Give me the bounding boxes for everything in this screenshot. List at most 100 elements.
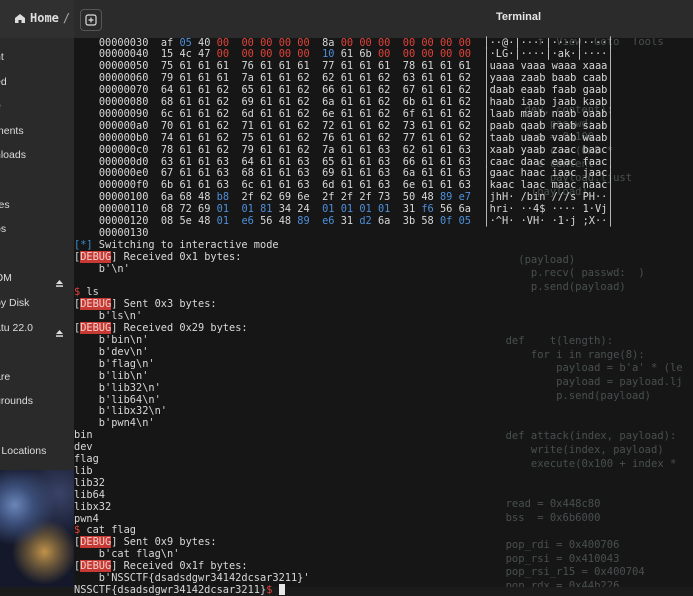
hex-byte: 00 — [297, 37, 309, 49]
hex-byte: 00 — [279, 37, 291, 49]
sidebar-item[interactable]: ments — [0, 119, 74, 144]
hexdump-row: 00000130 — [74, 227, 148, 239]
hex-byte: 89 — [440, 191, 452, 203]
terminal-line: b'bin\n' — [74, 334, 148, 346]
hexdump-indent — [74, 215, 99, 227]
file-manager-header: Home / — [0, 0, 74, 38]
hex-byte: 65 — [241, 84, 253, 96]
hex-byte: 5e — [179, 215, 191, 227]
terminal-line: [*] Switching to interactive mode — [74, 239, 279, 251]
terminal-titlebar: Terminal — [74, 0, 693, 38]
hex-byte: 61 — [359, 120, 371, 132]
hex-byte: 40 — [198, 37, 210, 49]
hexdump-row: 00000050 75 61 61 61 76 61 61 61 77 61 6… — [74, 60, 614, 72]
terminal-line: pwn4 — [74, 513, 99, 525]
home-icon — [14, 13, 26, 24]
hex-byte: 2f — [241, 191, 253, 203]
hex-byte: 62 — [378, 84, 390, 96]
breadcrumb[interactable]: Home / — [14, 11, 70, 25]
hex-byte: 76 — [241, 60, 253, 72]
sidebar-item[interactable]: e — [0, 94, 74, 119]
hex-byte: 61 — [359, 60, 371, 72]
sidebar-item[interactable]: grounds — [0, 389, 74, 414]
terminal-output[interactable]: 00000030 af 05 40 00 00 00 00 00 8a 00 0… — [74, 38, 693, 587]
sidebar-item[interactable]: OM — [0, 266, 74, 291]
hex-byte: 61 — [421, 108, 433, 120]
sidebar-item[interactable]: ed — [0, 70, 74, 95]
hex-byte: 62 — [297, 96, 309, 108]
hex-byte: 61 — [198, 120, 210, 132]
sidebar-places-list: ntedementsnloadscresos OMpy Diskatu 22.0 a… — [0, 45, 74, 463]
hexdump-address: 000000e0 — [99, 167, 149, 179]
sidebar-item[interactable]: c — [0, 168, 74, 193]
terminal-line: [DEBUG] Received 0x1 bytes: — [74, 251, 241, 263]
hex-byte: 61 — [341, 84, 353, 96]
sidebar-item[interactable]: are — [0, 365, 74, 390]
debug-text: Received 0x29 bytes: — [117, 322, 247, 334]
hex-byte: 61 — [279, 108, 291, 120]
sidebar-item-label: res — [0, 193, 10, 218]
file-manager-sidebar: Home / ntedementsnloadscresos OMpy Diskat… — [0, 0, 74, 587]
hex-byte: 61 — [359, 108, 371, 120]
hexdump-address: 000000d0 — [99, 156, 149, 168]
hex-byte: 61 — [179, 179, 191, 191]
hex-byte: 69 — [322, 167, 334, 179]
hex-byte: 6e — [403, 179, 415, 191]
hex-byte: 61 — [341, 132, 353, 144]
hexdump-indent — [74, 203, 99, 215]
sidebar-item[interactable]: py Disk — [0, 291, 74, 316]
hex-byte: 00 — [440, 48, 452, 60]
eject-icon[interactable] — [55, 323, 64, 332]
sidebar-item[interactable]: atu 22.0 — [0, 316, 74, 341]
hex-byte: 61 — [217, 72, 229, 84]
output-text: b'lib\n' — [74, 370, 148, 382]
hex-byte: 61 — [440, 144, 452, 156]
hex-byte: 61 — [198, 72, 210, 84]
terminal-window[interactable]: Terminal f View Goto Tools dev, content)… — [74, 0, 693, 587]
hex-byte: 61 — [198, 96, 210, 108]
debug-tag: DEBUG — [80, 322, 111, 334]
hex-byte: 00 — [260, 48, 272, 60]
hex-byte: 63 — [161, 156, 173, 168]
hex-byte: 61 — [260, 156, 272, 168]
hexdump-row: 00000120 08 5e 48 01 e6 56 48 89 e6 31 d… — [74, 215, 614, 227]
sidebar-item[interactable]: nt — [0, 45, 74, 70]
sidebar-item[interactable]: r Locations — [0, 439, 74, 464]
hex-byte: 01 — [359, 203, 371, 215]
hex-byte: 61 — [260, 108, 272, 120]
sidebar-item[interactable]: res — [0, 193, 74, 218]
hexdump-indent — [74, 108, 99, 120]
eject-icon[interactable] — [55, 273, 64, 282]
sidebar-item[interactable] — [0, 340, 74, 365]
hexdump-address: 000000a0 — [99, 120, 149, 132]
hex-byte: 89 — [297, 215, 309, 227]
hex-byte: 00 — [403, 48, 415, 60]
hex-byte: 62 — [459, 96, 471, 108]
hexdump-indent — [74, 72, 99, 84]
sidebar-item[interactable]: os — [0, 217, 74, 242]
hex-byte: 2f — [359, 191, 371, 203]
sidebar-item[interactable] — [0, 242, 74, 267]
hex-byte: 61 — [359, 144, 371, 156]
hex-byte: 62 — [403, 144, 415, 156]
hex-byte: 73 — [378, 191, 390, 203]
sidebar-item[interactable]: nloads — [0, 143, 74, 168]
debug-tag: DEBUG — [80, 298, 111, 310]
hex-byte: 63 — [459, 156, 471, 168]
hex-byte: 61 — [260, 120, 272, 132]
hex-byte: 61 — [421, 96, 433, 108]
output-text: b'lib64\n' — [74, 394, 161, 406]
hex-byte: d2 — [359, 215, 371, 227]
hexdump-row: 00000070 64 61 61 62 65 61 61 62 66 61 6… — [74, 84, 614, 96]
hex-byte: 62 — [459, 84, 471, 96]
debug-text: Received 0x1f bytes: — [117, 560, 247, 572]
hex-byte: 61 — [440, 108, 452, 120]
hex-byte: 62 — [378, 132, 390, 144]
sidebar-item[interactable] — [0, 414, 74, 439]
terminal-line: b'ls\n' — [74, 310, 142, 322]
hexdump-address: 000000f0 — [99, 179, 149, 191]
hex-byte: 61 — [378, 60, 390, 72]
hex-byte: 10 — [322, 48, 334, 60]
hex-byte: 61 — [260, 144, 272, 156]
hex-byte: 61 — [421, 144, 433, 156]
